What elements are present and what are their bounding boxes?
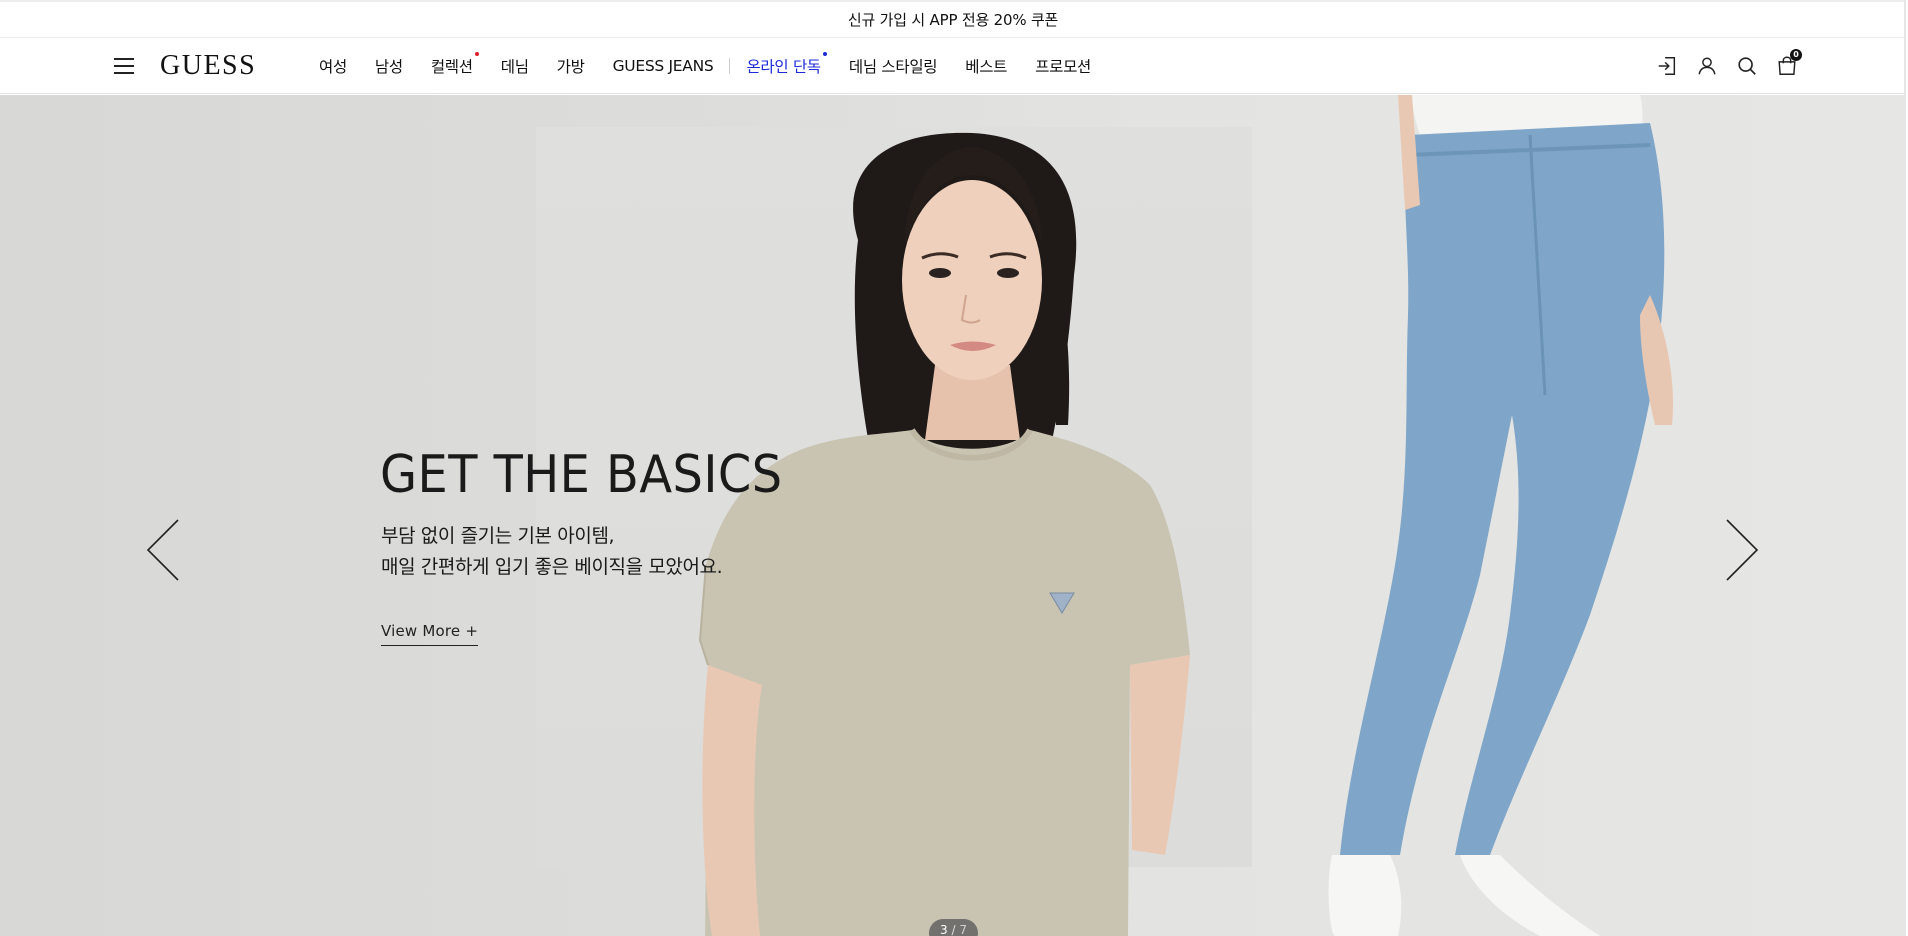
nav-item-denim[interactable]: 데님	[501, 55, 529, 77]
hero-subtitle-line-2: 매일 간편하게 입기 좋은 베이직을 모았어요.	[381, 556, 723, 578]
main-nav: 여성 남성 컬렉션 데님 가방 GUESS JEANS 온라인 단독 데님 스타…	[319, 38, 1119, 94]
nav-item-guess-jeans[interactable]: GUESS JEANS	[613, 57, 714, 75]
new-dot-blue	[822, 52, 827, 56]
slider-next-arrow-icon[interactable]	[1721, 518, 1761, 582]
hero-title: GET THE BASICS	[380, 445, 783, 505]
slider-pager: 3 / 7	[929, 919, 978, 936]
site-header: GUESS 여성 남성 컬렉션 데님 가방 GUESS JEANS 온라인 단독…	[0, 38, 1906, 94]
new-dot-red	[474, 52, 479, 56]
pager-current: 3	[940, 923, 948, 936]
nav-item-denim-styling[interactable]: 데님 스타일링	[849, 55, 938, 77]
login-icon[interactable]	[1656, 55, 1678, 77]
nav-item-men[interactable]: 남성	[375, 55, 403, 77]
nav-item-collection[interactable]: 컬렉션	[431, 52, 479, 77]
nav-divider	[729, 58, 731, 74]
hero-subtitle-line-1: 부담 없이 즐기는 기본 아이템,	[381, 525, 615, 547]
cart-icon[interactable]: 0	[1776, 49, 1802, 77]
guess-logo[interactable]: GUESS	[160, 49, 256, 83]
hero-model-photo	[698, 95, 1674, 936]
promo-bar[interactable]: 신규 가입 시 APP 전용 20% 쿠폰	[0, 0, 1906, 38]
menu-icon[interactable]	[114, 58, 134, 74]
cart-count-badge: 0	[1790, 49, 1802, 61]
slider-prev-arrow-icon[interactable]	[144, 518, 184, 582]
nav-item-women[interactable]: 여성	[319, 55, 347, 77]
nav-item-best[interactable]: 베스트	[965, 55, 1007, 77]
browser-edge	[1904, 0, 1906, 936]
view-more-link[interactable]: View More +	[381, 622, 479, 646]
hero-banner[interactable]: GET THE BASICS 부담 없이 즐기는 기본 아이템, 매일 간편하게…	[0, 95, 1906, 936]
user-icon[interactable]	[1696, 55, 1718, 77]
pager-separator: /	[951, 923, 956, 936]
nav-item-promotion[interactable]: 프로모션	[1035, 55, 1091, 77]
promo-text[interactable]: 신규 가입 시 APP 전용 20% 쿠폰	[848, 9, 1059, 30]
pager-total: 7	[959, 923, 967, 936]
browser-viewport: 신규 가입 시 APP 전용 20% 쿠폰 GUESS 여성 남성 컬렉션 데님…	[0, 0, 1908, 936]
nav-item-bags[interactable]: 가방	[557, 55, 585, 77]
nav-item-online-exclusive[interactable]: 온라인 단독	[746, 52, 827, 77]
search-icon[interactable]	[1736, 55, 1758, 77]
page: 신규 가입 시 APP 전용 20% 쿠폰 GUESS 여성 남성 컬렉션 데님…	[0, 0, 1906, 936]
hero-subtitle: 부담 없이 즐기는 기본 아이템, 매일 간편하게 입기 좋은 베이직을 모았어…	[381, 521, 723, 583]
header-icons: 0	[1656, 49, 1802, 78]
